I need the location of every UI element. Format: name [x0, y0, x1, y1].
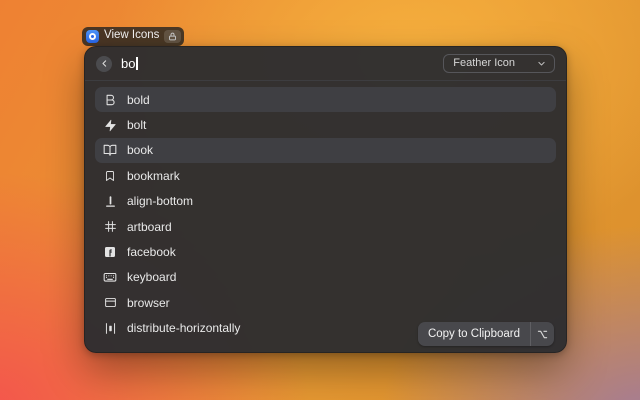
chevron-down-icon	[537, 59, 546, 68]
list-item-artboard[interactable]: artboard	[95, 214, 556, 239]
row-label: align-bottom	[127, 194, 193, 208]
icon-set-dropdown[interactable]: Feather Icon	[443, 54, 555, 73]
row-label: keyboard	[127, 270, 176, 284]
browser-icon	[103, 296, 117, 310]
search-input[interactable]: bo	[121, 56, 434, 71]
back-button[interactable]	[96, 56, 112, 72]
book-icon	[103, 143, 117, 157]
view-icons-pill[interactable]: View Icons	[82, 27, 184, 46]
bookmark-icon	[103, 169, 117, 183]
copy-button-label: Copy to Clipboard	[418, 322, 530, 346]
artboard-icon	[103, 220, 117, 234]
bold-icon	[103, 93, 117, 107]
search-bar: bo Feather Icon	[85, 47, 566, 80]
list-item-book[interactable]: book	[95, 138, 556, 163]
list-item-bolt[interactable]: bolt	[95, 112, 556, 137]
row-label: distribute-horizontally	[127, 321, 240, 335]
icon-list: bold bolt book bookmark align-bottom art…	[85, 81, 566, 341]
list-item-bold[interactable]: bold	[95, 87, 556, 112]
search-text: bo	[121, 56, 135, 71]
row-label: bolt	[127, 118, 146, 132]
list-item-keyboard[interactable]: keyboard	[95, 265, 556, 290]
keyboard-icon	[103, 270, 117, 284]
icon-picker-window: bo Feather Icon bold bolt book bookmark	[84, 46, 567, 353]
list-item-align-bottom[interactable]: align-bottom	[95, 189, 556, 214]
list-item-facebook[interactable]: facebook	[95, 239, 556, 264]
facebook-icon	[103, 245, 117, 259]
align-bottom-icon	[103, 194, 117, 208]
desktop-wallpaper: View Icons bo Feather Icon	[0, 0, 640, 400]
row-label: bold	[127, 93, 150, 107]
row-label: facebook	[127, 245, 176, 259]
list-item-bookmark[interactable]: bookmark	[95, 163, 556, 188]
dropdown-value: Feather Icon	[453, 58, 515, 69]
option-key-icon	[530, 322, 554, 346]
bolt-icon	[103, 118, 117, 132]
text-caret	[136, 57, 138, 70]
row-label: bookmark	[127, 169, 180, 183]
list-item-browser[interactable]: browser	[95, 290, 556, 315]
pill-label: View Icons	[104, 30, 159, 43]
distribute-horizontally-icon	[103, 321, 117, 335]
row-label: artboard	[127, 220, 172, 234]
row-label: book	[127, 143, 153, 157]
chevron-left-icon	[100, 59, 109, 68]
view-icons-app-icon	[86, 30, 99, 43]
lock-icon	[164, 30, 181, 43]
copy-to-clipboard-button[interactable]: Copy to Clipboard	[418, 322, 554, 346]
row-label: browser	[127, 296, 170, 310]
